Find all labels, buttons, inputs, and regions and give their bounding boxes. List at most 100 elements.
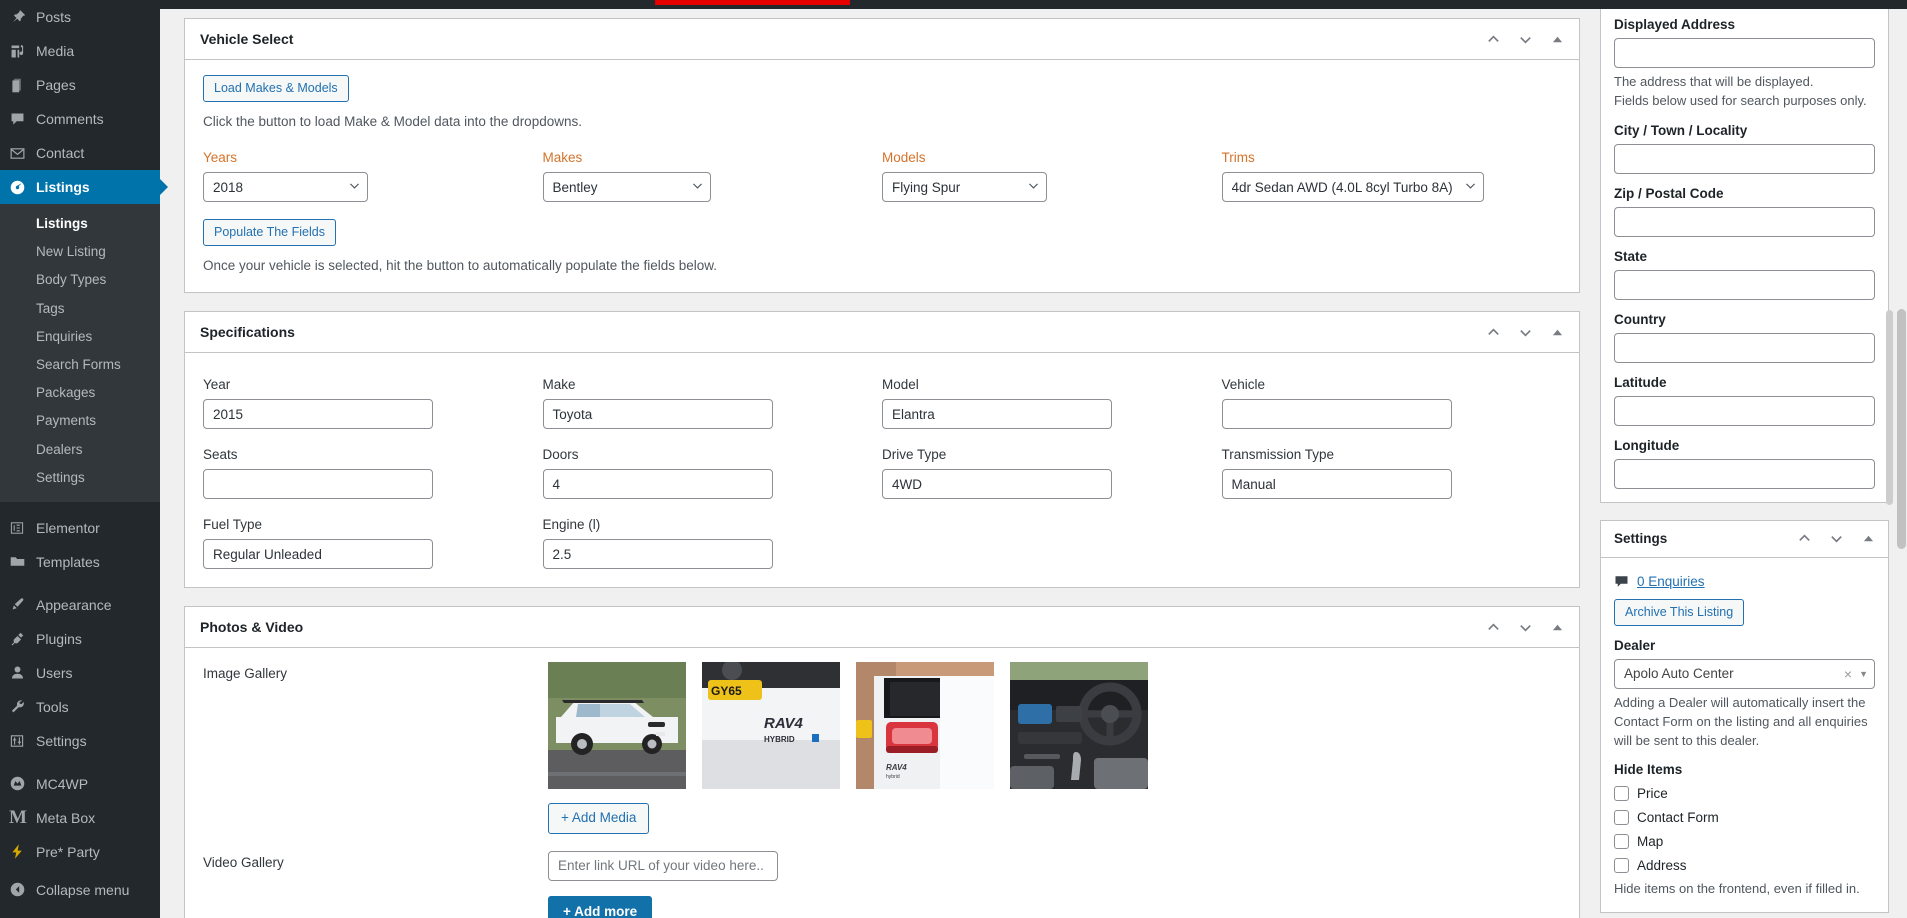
toggle-panel-icon[interactable] — [1548, 323, 1567, 342]
transmission-type-input[interactable]: Manual — [1221, 469, 1452, 500]
panel-actions[interactable] — [1484, 618, 1567, 637]
submenu-item-payments[interactable]: Payments — [0, 407, 160, 435]
video-url-input[interactable]: Enter link URL of your video here.. — [548, 850, 778, 881]
doors-input[interactable]: 4 — [542, 469, 773, 500]
sidebar-item-settings[interactable]: Settings — [0, 724, 160, 758]
longitude-input[interactable] — [1614, 458, 1875, 489]
hide-price-row[interactable]: Price — [1614, 786, 1875, 802]
image-gallery[interactable]: GY65 RAV4 HYBRID RAV4 hybrid — [548, 662, 1148, 790]
hide-address-checkbox[interactable] — [1614, 858, 1629, 874]
hide-address-row[interactable]: Address — [1614, 858, 1875, 874]
spec-row-3: Fuel Type Regular Unleaded Engine (l) 2.… — [203, 517, 1561, 570]
move-up-icon[interactable] — [1484, 618, 1503, 637]
archive-listing-button[interactable]: Archive This Listing — [1614, 598, 1745, 626]
trims-label: Trims — [1221, 150, 1255, 166]
displayed-address-input[interactable] — [1614, 38, 1875, 68]
state-input[interactable] — [1614, 269, 1875, 300]
submenu-item-packages[interactable]: Packages — [0, 379, 160, 407]
submenu-item-tags[interactable]: Tags — [0, 295, 160, 323]
move-up-icon[interactable] — [1795, 529, 1814, 548]
seats-input[interactable] — [203, 469, 433, 500]
sidebar-item-contact[interactable]: Contact — [0, 136, 160, 170]
gallery-thumbnail[interactable]: GY65 RAV4 HYBRID — [702, 662, 840, 790]
makes-select[interactable]: Bentley — [542, 172, 711, 203]
sidebar-item-appearance[interactable]: Appearance — [0, 588, 160, 622]
model-input[interactable]: Elantra — [882, 399, 1112, 430]
photos-video-body: Image Gallery GY65 RAV4 HYBRID RAV4 hybr… — [185, 648, 1579, 918]
address-hint-line-2: Fields below used for search purposes on… — [1614, 92, 1867, 108]
panel-actions[interactable] — [1484, 323, 1567, 342]
move-down-icon[interactable] — [1516, 323, 1535, 342]
move-down-icon[interactable] — [1516, 30, 1535, 49]
sidebar-item-comments[interactable]: Comments — [0, 102, 160, 136]
country-input[interactable] — [1614, 332, 1875, 363]
sidebar-item-meta-box[interactable]: M Meta Box — [0, 801, 160, 835]
gallery-thumbnail[interactable]: RAV4 hybrid — [856, 662, 994, 790]
gallery-thumbnail[interactable] — [1010, 662, 1148, 790]
latitude-input[interactable] — [1614, 395, 1875, 426]
listings-submenu[interactable]: Listings New Listing Body Types Tags Enq… — [0, 204, 160, 502]
submenu-item-listings[interactable]: Listings — [0, 210, 160, 238]
sidebar-item-elementor[interactable]: Elementor — [0, 511, 160, 545]
enquiries-link[interactable]: 0 Enquiries — [1637, 574, 1705, 589]
move-down-icon[interactable] — [1516, 618, 1535, 637]
city-input[interactable] — [1614, 143, 1875, 174]
hide-contact-form-row[interactable]: Contact Form — [1614, 810, 1875, 826]
enquiries-row[interactable]: 0 Enquiries — [1614, 574, 1875, 589]
submenu-item-settings[interactable]: Settings — [0, 464, 160, 492]
sidebar-item-pages[interactable]: Pages — [0, 68, 160, 102]
years-select[interactable]: 2018 — [203, 172, 368, 203]
panel-actions[interactable] — [1484, 30, 1567, 49]
sidebar-item-listings[interactable]: Listings — [0, 170, 168, 204]
sidebar-item-mc4wp[interactable]: MC4WP — [0, 767, 160, 801]
submenu-item-search-forms[interactable]: Search Forms — [0, 351, 160, 379]
move-up-icon[interactable] — [1484, 30, 1503, 49]
trims-field: Trims 4dr Sedan AWD (4.0L 8cyl Turbo 8A) — [1221, 150, 1562, 203]
engine-input[interactable]: 2.5 — [542, 539, 773, 570]
move-down-icon[interactable] — [1827, 529, 1846, 548]
trims-select[interactable]: 4dr Sedan AWD (4.0L 8cyl Turbo 8A) — [1221, 172, 1484, 203]
panel-actions[interactable] — [1795, 529, 1878, 548]
page-scrollbar-thumb[interactable] — [1897, 309, 1906, 549]
hide-price-checkbox[interactable] — [1614, 786, 1629, 802]
load-makes-models-button[interactable]: Load Makes & Models — [203, 75, 349, 103]
comment-bubble-icon — [1614, 574, 1629, 589]
toggle-panel-icon[interactable] — [1548, 618, 1567, 637]
toggle-panel-icon[interactable] — [1548, 30, 1567, 49]
sidebar-item-templates[interactable]: Templates — [0, 545, 160, 579]
sidebar-item-pre-party[interactable]: Pre* Party — [0, 835, 160, 869]
sidebar-item-posts[interactable]: Posts — [0, 0, 160, 34]
page-scrollbar-track[interactable] — [1895, 9, 1907, 918]
fuel-type-input[interactable]: Regular Unleaded — [203, 539, 433, 570]
admin-sidebar[interactable]: Posts Media Pages Comments Contact Listi… — [0, 0, 168, 918]
gallery-thumbnail[interactable] — [548, 662, 686, 790]
submenu-item-new-listing[interactable]: New Listing — [0, 238, 160, 266]
sidebar-item-plugins[interactable]: Plugins — [0, 622, 160, 656]
sidebar-item-media[interactable]: Media — [0, 34, 160, 68]
year-input[interactable]: 2015 — [203, 399, 433, 430]
move-up-icon[interactable] — [1484, 323, 1503, 342]
vehicle-input[interactable] — [1221, 399, 1452, 430]
dealer-select[interactable]: Apolo Auto Center × ▼ — [1614, 658, 1875, 689]
state-label: State — [1614, 248, 1648, 264]
hide-map-row[interactable]: Map — [1614, 834, 1875, 850]
populate-fields-button[interactable]: Populate The Fields — [203, 219, 336, 247]
submenu-item-dealers[interactable]: Dealers — [0, 436, 160, 464]
zip-input[interactable] — [1614, 206, 1875, 237]
spec-spacer — [882, 517, 1222, 569]
sidebar-item-users[interactable]: Users — [0, 656, 160, 690]
hide-map-checkbox[interactable] — [1614, 834, 1629, 850]
right-column-scrollbar-thumb[interactable] — [1886, 310, 1893, 505]
drive-type-input[interactable]: 4WD — [882, 469, 1112, 500]
make-input[interactable]: Toyota — [542, 399, 773, 430]
submenu-item-enquiries[interactable]: Enquiries — [0, 323, 160, 351]
add-media-button[interactable]: + Add Media — [548, 803, 650, 834]
add-more-video-button[interactable]: + Add more — [548, 895, 653, 918]
hide-contact-form-checkbox[interactable] — [1614, 810, 1629, 826]
clear-dealer-icon[interactable]: × — [1844, 666, 1852, 682]
models-select[interactable]: Flying Spur — [882, 172, 1047, 203]
collapse-menu-button[interactable]: Collapse menu — [0, 873, 160, 907]
submenu-item-body-types[interactable]: Body Types — [0, 266, 160, 294]
toggle-panel-icon[interactable] — [1859, 529, 1878, 548]
sidebar-item-tools[interactable]: Tools — [0, 690, 160, 724]
